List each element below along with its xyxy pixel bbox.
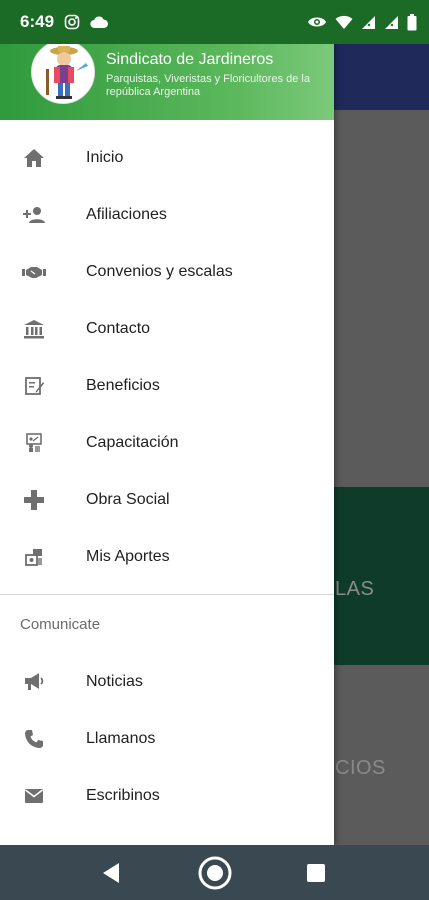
system-navigation-bar xyxy=(0,845,429,900)
drawer-menu: Inicio Afiliaciones Convenios y escalas … xyxy=(0,120,334,824)
home-button[interactable] xyxy=(197,855,233,891)
eye-icon xyxy=(307,15,327,29)
menu-item-obra-social[interactable]: Obra Social xyxy=(0,471,334,528)
bank-icon xyxy=(22,317,46,341)
instagram-icon xyxy=(64,14,80,30)
menu-item-contacto[interactable]: Contacto xyxy=(0,300,334,357)
background-text-1: LAS xyxy=(335,578,375,600)
mail-icon xyxy=(22,784,46,808)
back-button[interactable] xyxy=(101,862,121,884)
training-icon xyxy=(22,431,46,455)
money-icon xyxy=(22,545,46,569)
menu-item-capacitacion[interactable]: Capacitación xyxy=(0,414,334,471)
section-title: Comunicate xyxy=(20,615,101,633)
status-time: 6:49 xyxy=(20,12,55,31)
menu-item-inicio[interactable]: Inicio xyxy=(0,129,334,186)
menu-item-beneficios[interactable]: Beneficios xyxy=(0,357,334,414)
signal-icon xyxy=(384,15,399,30)
menu-item-escribinos[interactable]: Escribinos xyxy=(0,767,334,824)
handshake-icon xyxy=(22,260,46,284)
menu-item-label: Beneficios xyxy=(86,376,160,394)
menu-item-label: Convenios y escalas xyxy=(86,262,233,280)
menu-item-label: Contacto xyxy=(86,319,151,337)
navigation-drawer: Sindicato de Jardineros Parquistas, Vive… xyxy=(0,0,334,845)
menu-item-label: Capacitación xyxy=(86,433,179,451)
menu-item-label: Mis Aportes xyxy=(86,547,170,565)
header-subtitle: Parquistas, Viveristas y Floricultores d… xyxy=(106,73,310,98)
menu-item-label: Escribinos xyxy=(86,786,160,804)
gardener-logo-icon xyxy=(46,46,88,99)
wifi-icon xyxy=(335,15,353,30)
phone-icon xyxy=(22,727,46,751)
recents-button[interactable] xyxy=(306,863,326,883)
menu-item-mis-aportes[interactable]: Mis Aportes xyxy=(0,528,334,585)
person-add-icon xyxy=(22,203,46,227)
background-text-2: CIOS xyxy=(335,757,386,779)
cloud-icon xyxy=(90,15,109,29)
main-menu-list: Inicio Afiliaciones Convenios y escalas … xyxy=(0,120,334,585)
edit-document-icon xyxy=(22,374,46,398)
home-circle-icon xyxy=(198,856,232,889)
medical-cross-icon xyxy=(22,488,46,512)
megaphone-icon xyxy=(22,670,46,694)
battery-icon xyxy=(407,13,417,31)
back-icon xyxy=(103,862,119,883)
recents-icon xyxy=(307,863,325,882)
menu-item-label: Inicio xyxy=(86,148,124,166)
menu-item-label: Noticias xyxy=(86,672,143,690)
menu-item-label: Obra Social xyxy=(86,490,170,508)
menu-item-noticias[interactable]: Noticias xyxy=(0,653,334,710)
menu-item-label: Afiliaciones xyxy=(86,205,167,223)
header-title: Sindicato de Jardineros xyxy=(106,51,274,68)
menu-item-convenios[interactable]: Convenios y escalas xyxy=(0,243,334,300)
avatar xyxy=(31,40,95,104)
communicate-menu-list: Noticias Llamanos Escribinos xyxy=(0,653,334,824)
signal-icon xyxy=(361,15,376,30)
status-bar: 6:49 xyxy=(0,0,429,44)
menu-item-llamanos[interactable]: Llamanos xyxy=(0,710,334,767)
menu-item-afiliaciones[interactable]: Afiliaciones xyxy=(0,186,334,243)
menu-item-label: Llamanos xyxy=(86,729,156,747)
home-icon xyxy=(22,146,46,170)
